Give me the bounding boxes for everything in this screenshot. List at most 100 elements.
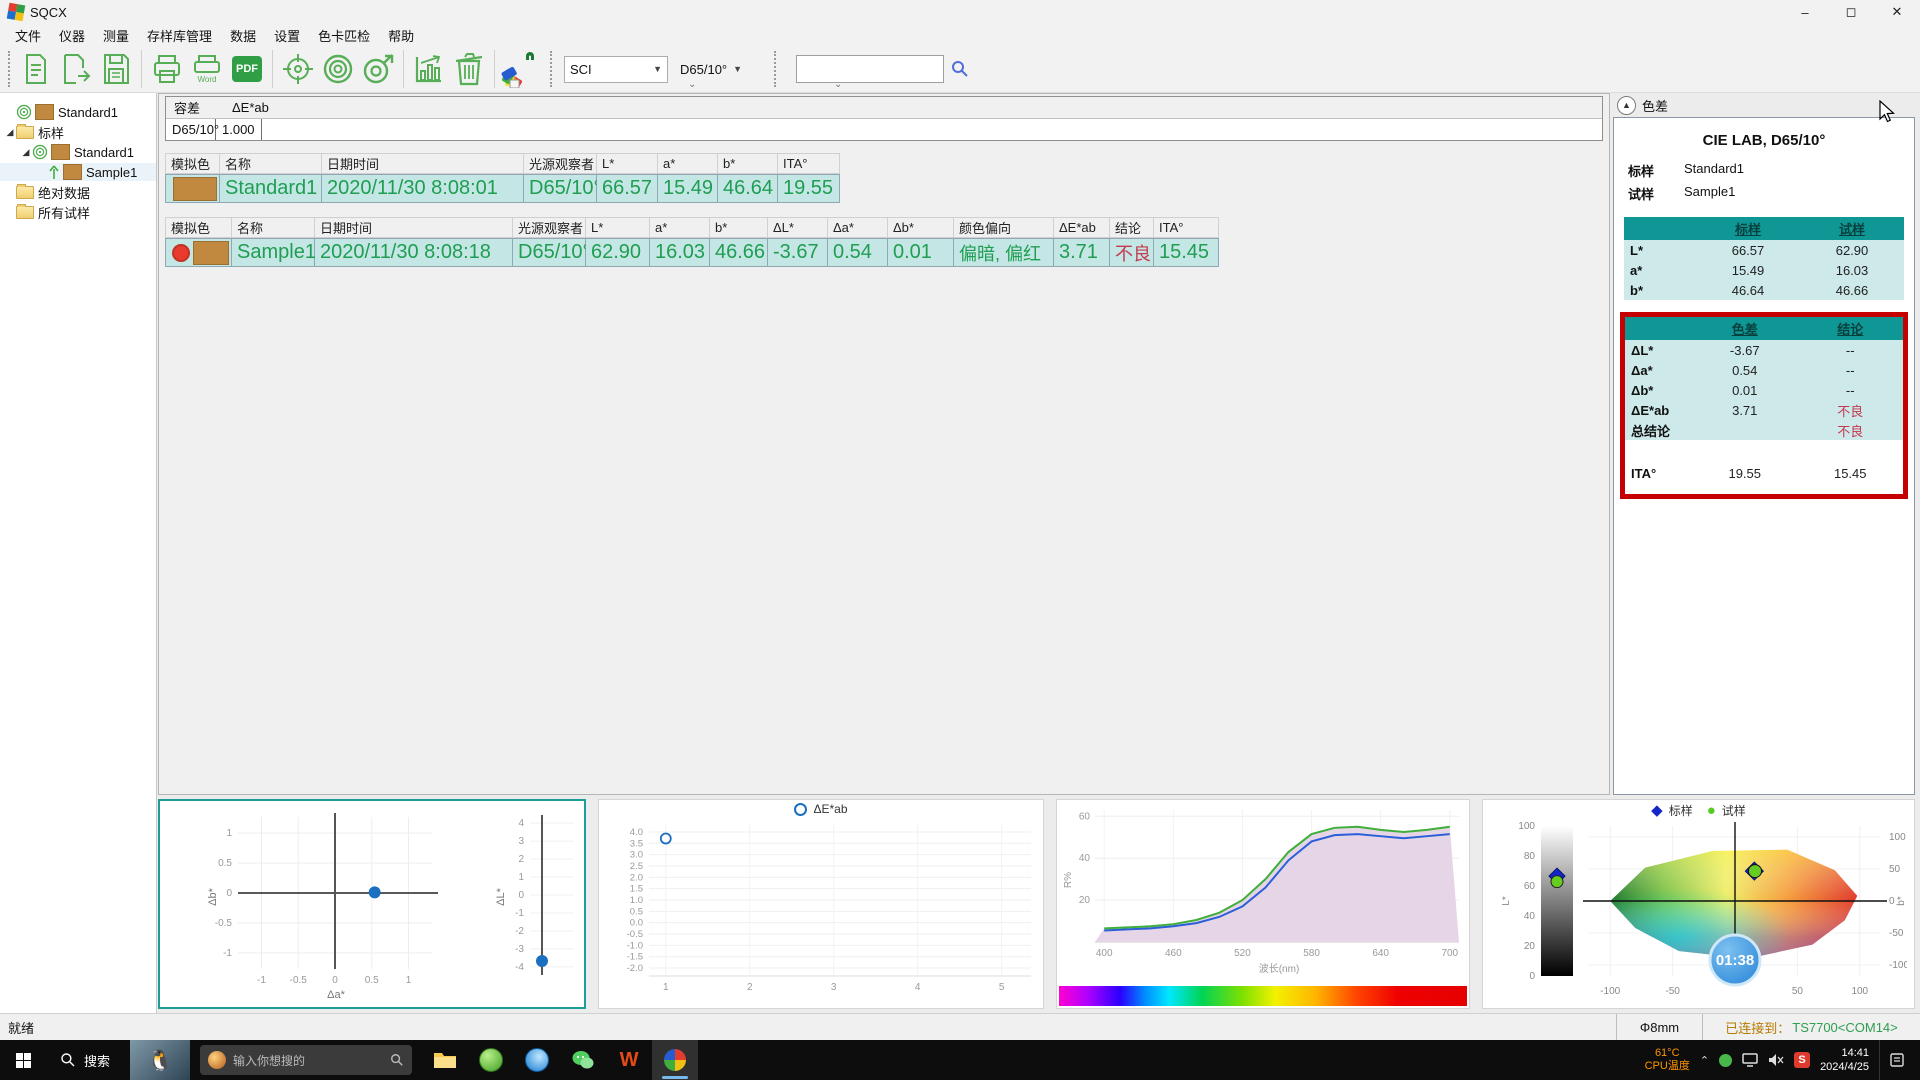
print-button[interactable] [147,49,187,89]
col-a[interactable]: a* [658,153,718,174]
widget-image [208,1051,226,1069]
tree-label: 标样 [38,123,64,142]
tray-green-icon[interactable] [1719,1054,1732,1067]
sample-verdict: 不良 [1110,238,1154,267]
sample-a: 16.03 [650,238,710,267]
word-app-icon[interactable]: W [606,1040,652,1080]
svg-text:400: 400 [1096,948,1113,959]
browser-green-icon[interactable] [468,1040,514,1080]
tolerance-value-cell[interactable]: 1.000 [216,119,262,140]
menu-file[interactable]: 文件 [6,24,50,47]
menu-settings[interactable]: 设置 [265,24,309,47]
new-document-button[interactable] [16,49,56,89]
sqcx-app-icon[interactable] [652,1040,698,1080]
toolbar-handle[interactable] [8,51,10,87]
taskbar-search[interactable]: 搜索 [46,1040,124,1080]
start-button[interactable] [0,1040,46,1080]
taskbar: 搜索 🐧 输入你想搜的 W 61°C CPU温度 [0,1040,1920,1080]
menu-instrument[interactable]: 仪器 [50,24,94,47]
menu-help[interactable]: 帮助 [379,24,423,47]
toolbar-overflow-chevron[interactable]: ⌄ [688,79,696,90]
export-button[interactable] [56,49,96,89]
taskbar-clock[interactable]: 14:41 2024/4/25 [1820,1046,1869,1074]
tree-item-all-samples[interactable]: 所有试样 [0,203,156,221]
browser-blue-icon[interactable] [514,1040,560,1080]
save-button[interactable] [96,49,136,89]
maximize-button[interactable]: ◻ [1828,0,1874,24]
svg-text:1.0: 1.0 [630,895,643,906]
tree-item-standard1[interactable]: ◢ Standard1 [0,143,156,161]
toolbar-overflow-chevron[interactable]: ⌄ [834,79,842,90]
col-ita[interactable]: ITA° [1154,217,1219,238]
col-simcolor[interactable]: 模拟色 [165,153,220,174]
color-match-button[interactable] [500,49,540,89]
col-de[interactable]: ΔE*ab [1054,217,1110,238]
tree-item-sample1[interactable]: Sample1 [0,163,156,181]
col-ita[interactable]: ITA° [778,153,840,174]
calibrate-button[interactable] [278,49,318,89]
notification-center-icon[interactable] [1879,1040,1914,1080]
tray-expand-icon[interactable]: ⌃ [1700,1054,1709,1067]
col-datetime[interactable]: 日期时间 [315,217,513,238]
collapse-icon[interactable]: ▲ [1617,96,1636,115]
chart-panel-gamut[interactable]: ◆ 标样 ● 试样 020406080100L*-100-50501001005… [1482,799,1915,1009]
col-simcolor[interactable]: 模拟色 [165,217,232,238]
col-L[interactable]: L* [586,217,650,238]
menu-data[interactable]: 数据 [221,24,265,47]
col-db[interactable]: Δb* [888,217,954,238]
measure-sample-button[interactable] [358,49,398,89]
monitor-icon[interactable] [1742,1053,1758,1067]
col-illuminant[interactable]: 光源观察者 [524,153,597,174]
toolbar-handle[interactable] [550,51,552,87]
tree-expand-icon[interactable]: ◢ [4,127,16,138]
mode-select[interactable]: SCI ▼ [564,56,668,83]
widget-search-box[interactable]: 输入你想搜的 [200,1045,412,1075]
cpu-temp-indicator[interactable]: 61°C CPU温度 [1645,1047,1690,1073]
toolbar-handle[interactable] [774,51,776,87]
chart-panel-spectral[interactable]: 204060400460520580640700波长(nm)R% [1056,799,1470,1009]
svg-text:640: 640 [1372,948,1389,959]
col-name[interactable]: 名称 [220,153,322,174]
file-explorer-icon[interactable] [422,1040,468,1080]
export-word-button[interactable]: Word [187,49,227,89]
menu-measure[interactable]: 测量 [94,24,138,47]
chart-panel-dadb[interactable]: -1-0.500.5110.50-0.5-1Δa*Δb*43210-1-2-3-… [158,799,586,1009]
minimize-button[interactable]: – [1782,0,1828,24]
close-button[interactable]: ✕ [1874,0,1920,24]
analysis-button[interactable] [409,49,449,89]
illuminant-select[interactable]: D65/10° ▼ [674,62,748,77]
spotlight-photo-tile[interactable]: 🐧 [130,1040,190,1080]
svg-text:5: 5 [999,982,1005,993]
col-a[interactable]: a* [650,217,710,238]
col-b[interactable]: b* [718,153,778,174]
tree-item-standard1-top[interactable]: Standard1 [0,103,156,121]
speaker-icon[interactable] [1768,1053,1784,1067]
col-da[interactable]: Δa* [828,217,888,238]
col-datetime[interactable]: 日期时间 [322,153,524,174]
tree-expand-icon[interactable]: ◢ [20,147,32,158]
delete-button[interactable] [449,49,489,89]
menu-sample-library[interactable]: 存样库管理 [138,24,221,47]
search-input[interactable] [796,55,944,83]
export-pdf-button[interactable]: PDF [227,49,267,89]
svg-text:50: 50 [1889,864,1901,875]
standard-row[interactable]: Standard1 2020/11/30 8:08:01 D65/10° 66.… [165,174,1603,203]
col-dL[interactable]: ΔL* [768,217,828,238]
col-bias[interactable]: 颜色偏向 [954,217,1054,238]
menu-colorcard-match[interactable]: 色卡匹检 [309,24,379,47]
search-icon[interactable] [950,59,970,79]
measure-standard-button[interactable] [318,49,358,89]
col-verdict[interactable]: 结论 [1110,217,1154,238]
chart-panel-de-trend[interactable]: ΔE*ab 4.03.53.02.52.01.51.00.50.0-0.5-1.… [598,799,1044,1009]
col-illuminant[interactable]: 光源观察者 [513,217,586,238]
tolerance-illuminant-cell[interactable]: D65/10° [166,119,216,140]
wechat-icon[interactable] [560,1040,606,1080]
tree-item-absolute-data[interactable]: 绝对数据 [0,183,156,201]
col-b[interactable]: b* [710,217,768,238]
sample-row[interactable]: Sample1 2020/11/30 8:08:18 D65/10° 62.90… [165,238,1603,267]
sample-bias: 偏暗, 偏红 [954,238,1054,267]
col-name[interactable]: 名称 [232,217,315,238]
tree-item-standards-folder[interactable]: ◢ 标样 [0,123,156,141]
col-L[interactable]: L* [597,153,658,174]
sogou-input-icon[interactable]: S [1794,1052,1810,1068]
